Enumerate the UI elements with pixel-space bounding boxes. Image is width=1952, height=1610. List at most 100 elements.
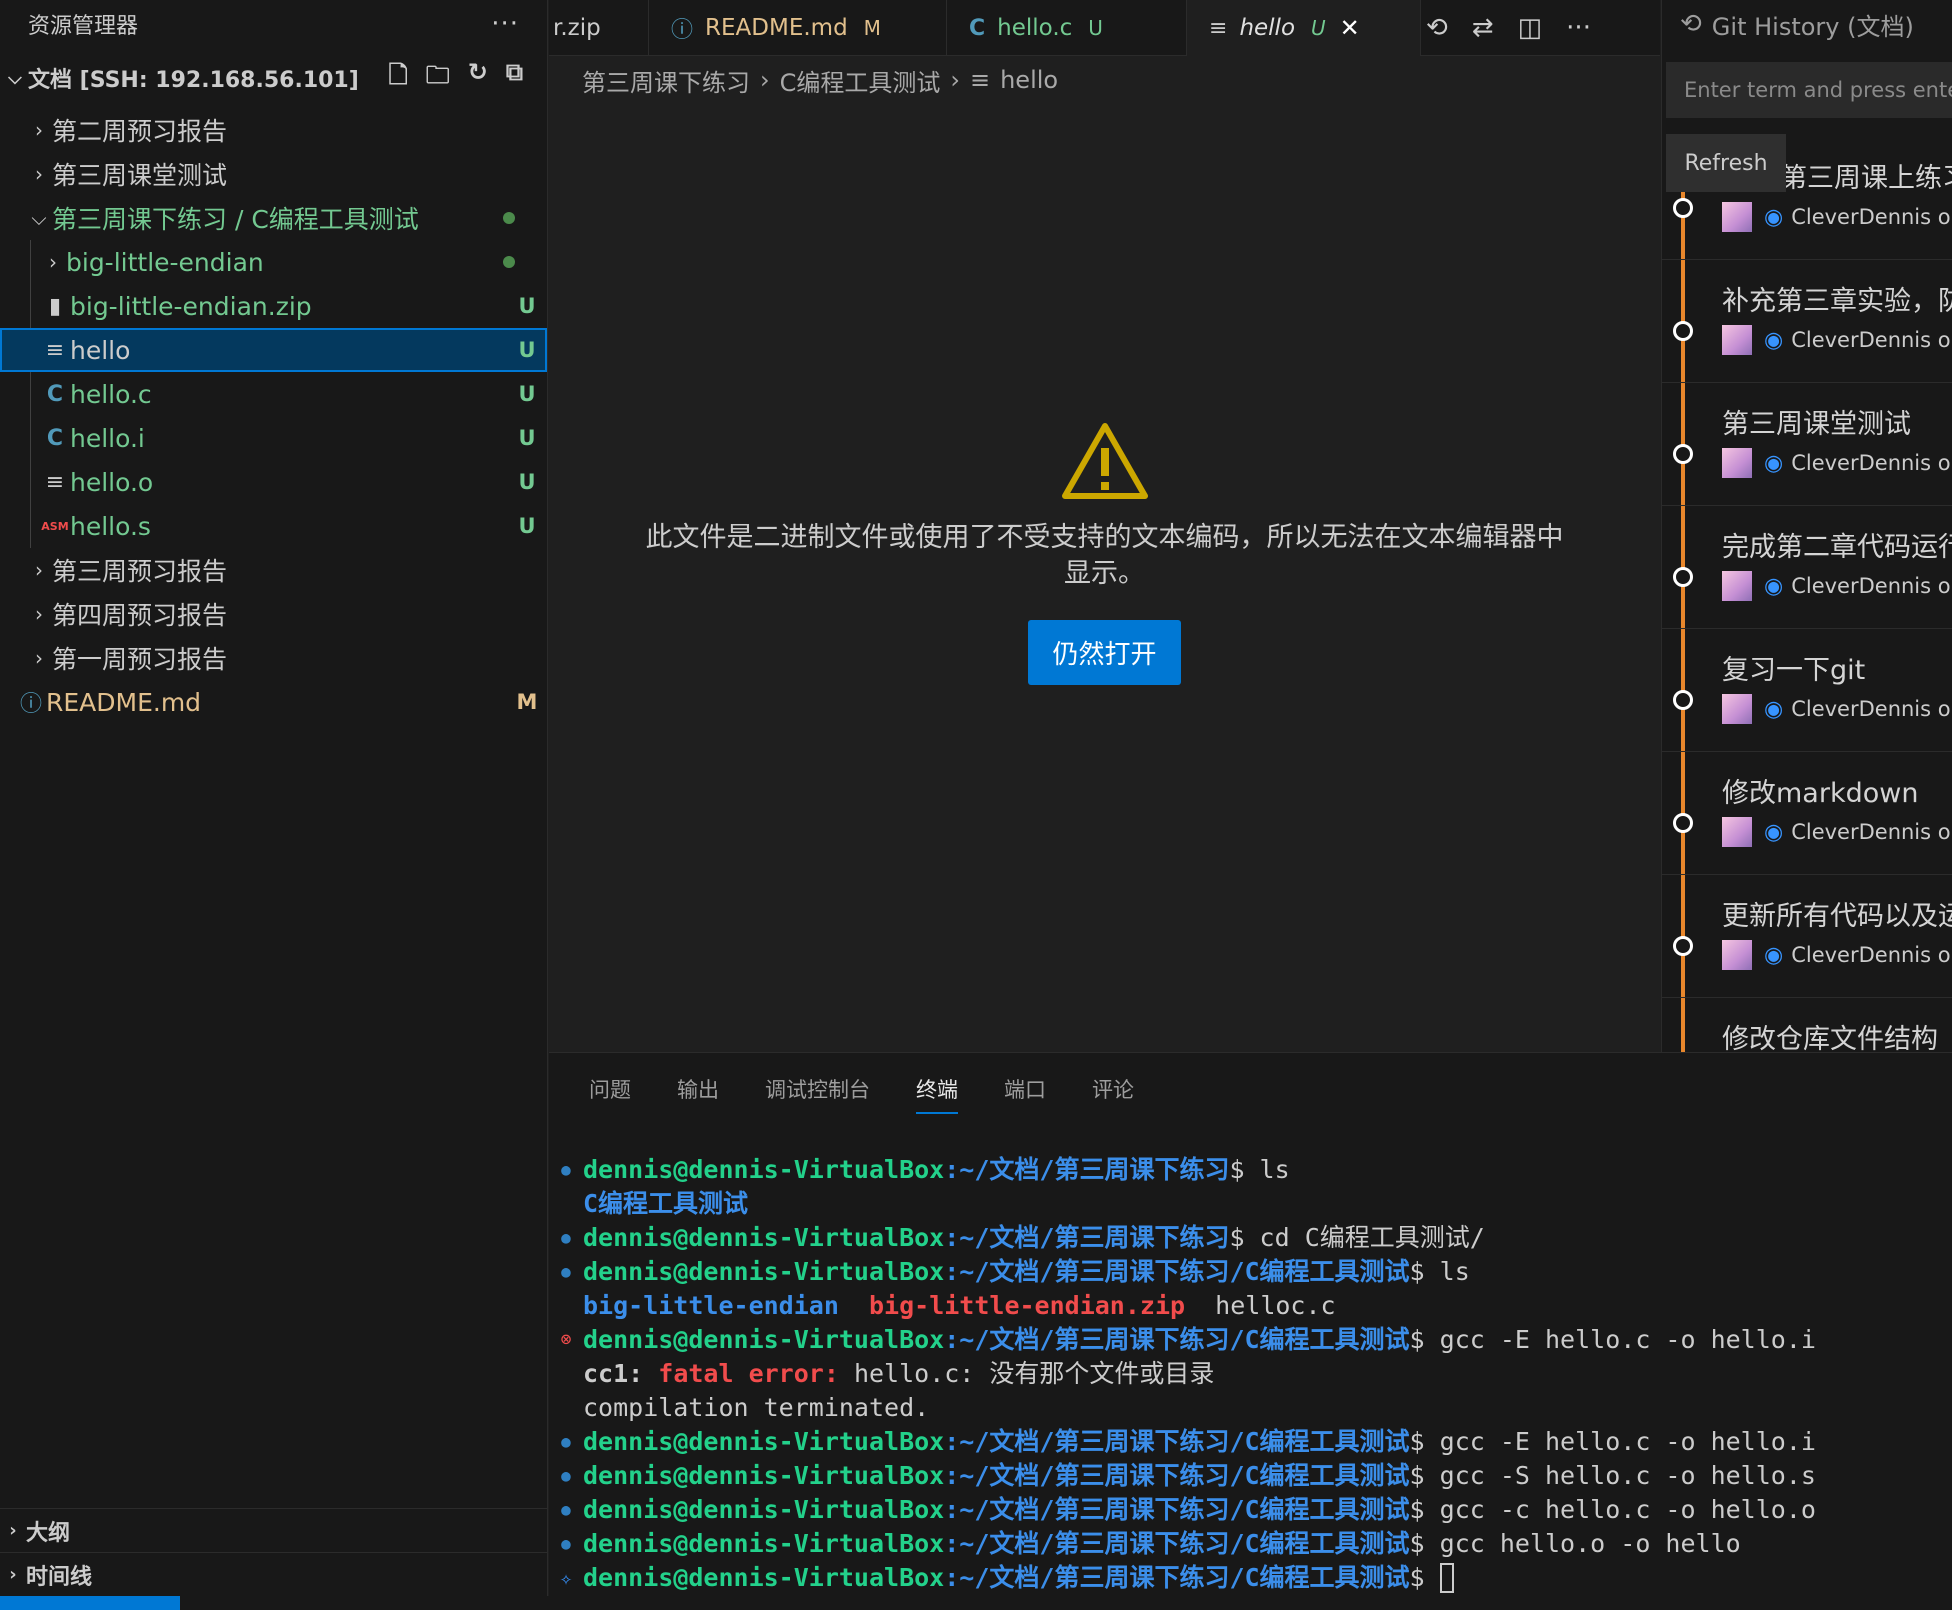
breadcrumb-item[interactable]: hello: [1000, 66, 1058, 94]
commit-item[interactable]: 复习一下git ◉ CleverDennis on: [1662, 628, 1952, 752]
tree-file-readme[interactable]: ⓘ README.md M: [0, 680, 547, 724]
tree-item-label: hello.c: [70, 379, 152, 409]
commit-meta: ◉ CleverDennis on: [1722, 571, 1952, 601]
tree-file-zip[interactable]: ▮ big-little-endian.zip U: [0, 284, 547, 328]
tab-output[interactable]: 输出: [677, 1074, 719, 1104]
tab-label: hello.c: [997, 15, 1073, 41]
outline-section[interactable]: › 大纲: [0, 1508, 548, 1552]
tab-zip[interactable]: r.zip: [549, 0, 649, 56]
tab-ports[interactable]: 端口: [1004, 1074, 1046, 1104]
c-file-icon: C: [46, 381, 64, 407]
collapse-all-icon[interactable]: ⧉: [506, 58, 523, 99]
commit-message: 修改markdown: [1722, 778, 1919, 809]
commit-meta: ◉ CleverDennis on: [1722, 940, 1952, 970]
tab-hello[interactable]: ≡ hello U ✕: [1187, 0, 1421, 56]
chevron-right-icon: ›: [35, 162, 43, 186]
eye-icon[interactable]: ◉: [1764, 205, 1783, 230]
close-icon[interactable]: ✕: [1340, 14, 1360, 42]
tree-item-label: big-little-endian.zip: [70, 291, 312, 321]
tree-item-label: 第四周预习报告: [52, 601, 228, 630]
refresh-icon[interactable]: ↻: [468, 58, 488, 99]
tree-folder-big-little-endian[interactable]: › big-little-endian: [0, 240, 547, 284]
commit-item[interactable]: 完成第二章代码运行 ◉ CleverDennis on: [1662, 505, 1952, 629]
breadcrumb-item[interactable]: 第三周课下练习: [582, 63, 750, 98]
warning-icon: [1060, 420, 1150, 506]
commit-node-icon: [1673, 321, 1693, 341]
eye-icon[interactable]: ◉: [1764, 943, 1783, 968]
commit-message: 完成第二章代码运行: [1722, 532, 1952, 563]
explorer-sidebar: 资源管理器 ··· ⌵ 文档 [SSH: 192.168.56.101] 🗋 🗀…: [0, 0, 548, 1596]
tree-folder-week3-classtest[interactable]: › 第三周课堂测试: [0, 152, 547, 196]
command-success-icon: ●: [561, 1160, 571, 1179]
workspace-root-row[interactable]: ⌵ 文档 [SSH: 192.168.56.101] 🗋 🗀 ↻ ⧉: [0, 48, 547, 108]
avatar: [1722, 325, 1752, 355]
zip-file-icon: ▮: [48, 293, 62, 319]
tree-file-hello-s[interactable]: ASM hello.s U: [0, 504, 547, 548]
compare-changes-icon[interactable]: ⇄: [1472, 13, 1494, 43]
terminal-line: ● dennis@dennis-VirtualBox:~/文档/第三周课下练习/C…: [549, 1425, 1952, 1459]
commit-message: 修改仓库文件结构: [1722, 1024, 1938, 1052]
tree-file-hello-o[interactable]: ≡ hello.o U: [0, 460, 547, 504]
terminal-cursor: [1439, 1563, 1454, 1593]
refresh-button[interactable]: Refresh: [1666, 134, 1786, 192]
tree-file-hello-i[interactable]: C hello.i U: [0, 416, 547, 460]
eye-icon[interactable]: ◉: [1764, 328, 1783, 353]
chevron-right-icon: ›: [35, 558, 43, 582]
tree-folder-week1-preview[interactable]: › 第一周预习报告: [0, 636, 547, 680]
split-editor-icon[interactable]: ◫: [1518, 13, 1543, 43]
binary-file-icon: ≡: [969, 66, 991, 94]
git-status-badge: U: [518, 426, 536, 450]
terminal-line: ● dennis@dennis-VirtualBox:~/文档/第三周课下练习/C…: [549, 1493, 1952, 1527]
tree-item-label: 第三周课下练习 / C编程工具测试: [52, 205, 419, 234]
commit-meta: ◉ CleverDennis on: [1722, 202, 1952, 232]
commit-item[interactable]: 更新所有代码以及运 ◉ CleverDennis on: [1662, 874, 1952, 998]
modified-dot-icon: [503, 256, 515, 268]
tree-folder-week2-preview[interactable]: › 第二周预习报告: [0, 108, 547, 152]
breadcrumb-item[interactable]: C编程工具测试: [780, 63, 941, 98]
avatar: [1722, 448, 1752, 478]
tab-hello-c[interactable]: C hello.c U: [947, 0, 1187, 56]
chevron-right-icon: ›: [49, 250, 57, 274]
chevron-right-icon: ›: [9, 1564, 17, 1585]
tab-badge: M: [863, 16, 881, 40]
git-status-badge: U: [518, 470, 536, 494]
terminal-line: ● dennis@dennis-VirtualBox:~/文档/第三周课下练习/C…: [549, 1255, 1952, 1289]
timeline-section[interactable]: › 时间线: [0, 1552, 548, 1596]
tree-folder-week3-exercise[interactable]: ⌵ 第三周课下练习 / C编程工具测试: [0, 196, 547, 240]
git-search-input[interactable]: Enter term and press enter: [1666, 62, 1952, 118]
tree-file-hello-c[interactable]: C hello.c U: [0, 372, 547, 416]
history-icon[interactable]: ⟲: [1426, 13, 1448, 43]
remote-indicator[interactable]: [0, 1596, 180, 1610]
commit-item[interactable]: 修改仓库文件结构: [1662, 997, 1952, 1052]
asm-file-icon: ASM: [41, 519, 69, 533]
eye-icon[interactable]: ◉: [1764, 697, 1783, 722]
new-folder-icon[interactable]: 🗀: [426, 58, 450, 99]
tab-badge: U: [1311, 16, 1326, 40]
eye-icon[interactable]: ◉: [1764, 574, 1783, 599]
tree-item-label: hello.i: [70, 423, 145, 453]
tab-problems[interactable]: 问题: [589, 1074, 631, 1104]
commit-item[interactable]: 补充第三章实验，防 ◉ CleverDennis on: [1662, 259, 1952, 383]
commit-item[interactable]: 第三周课堂测试 ◉ CleverDennis on: [1662, 382, 1952, 506]
binary-file-icon: ≡: [45, 337, 65, 363]
commit-author: CleverDennis on: [1791, 451, 1952, 475]
git-history-panel: ⟲ Git History (文档) Enter term and press …: [1661, 0, 1952, 1052]
chevron-right-icon: ›: [9, 1520, 17, 1541]
terminal[interactable]: ● dennis@dennis-VirtualBox:~/文档/第三周课下练习 $ …: [549, 1153, 1952, 1595]
tab-readme[interactable]: ⓘ README.md M: [649, 0, 947, 56]
more-actions-icon[interactable]: ···: [491, 9, 519, 39]
commit-item[interactable]: 修改markdown ◉ CleverDennis on: [1662, 751, 1952, 875]
tree-folder-week3-preview[interactable]: › 第三周预习报告: [0, 548, 547, 592]
git-history-title: Git History (文档): [1711, 12, 1914, 41]
new-file-icon[interactable]: 🗋: [388, 58, 407, 99]
eye-icon[interactable]: ◉: [1764, 820, 1783, 845]
tree-folder-week4-preview[interactable]: › 第四周预习报告: [0, 592, 547, 636]
eye-icon[interactable]: ◉: [1764, 451, 1783, 476]
tab-comments[interactable]: 评论: [1092, 1074, 1134, 1104]
tree-item-label: 第三周预习报告: [52, 557, 228, 586]
open-anyway-button[interactable]: 仍然打开: [1028, 620, 1181, 685]
more-actions-icon[interactable]: ···: [1566, 13, 1591, 43]
tree-file-hello[interactable]: ≡ hello U: [0, 328, 547, 372]
tab-terminal[interactable]: 终端: [916, 1074, 958, 1114]
tab-debug-console[interactable]: 调试控制台: [765, 1074, 870, 1104]
